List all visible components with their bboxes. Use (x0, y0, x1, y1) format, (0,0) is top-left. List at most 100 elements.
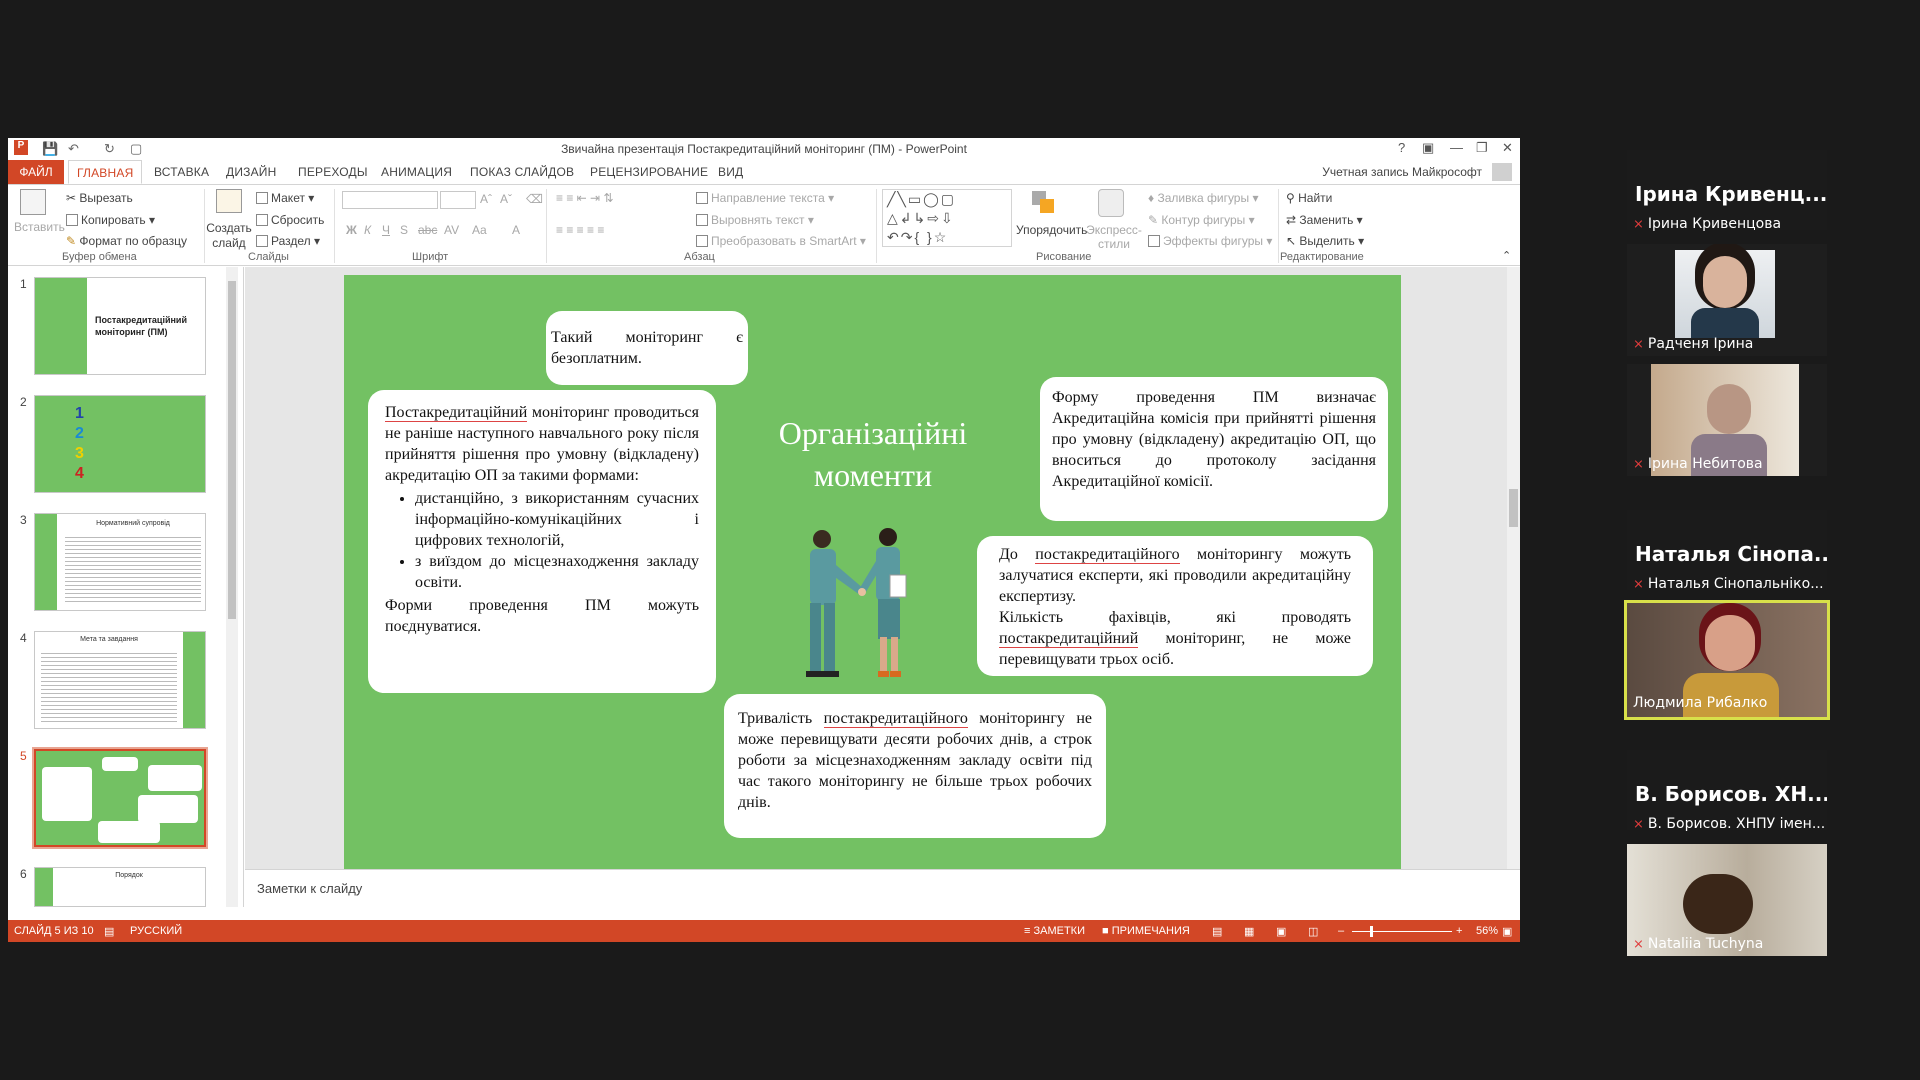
card-duration[interactable]: Тривалість постакредитаційного моніторин… (724, 694, 1106, 838)
restore-icon[interactable]: ❐ (1476, 140, 1488, 156)
tab-view[interactable]: ВИД (718, 165, 743, 179)
format-painter-button[interactable]: ✎ Формат по образцу (66, 234, 187, 248)
zoom-level[interactable]: 56% (1476, 925, 1498, 937)
card-free[interactable]: Такий моніторинг є безоплатним. (546, 311, 748, 385)
spellcheck-icon[interactable]: ▤ (104, 925, 114, 938)
tab-home[interactable]: ГЛАВНАЯ (68, 160, 143, 184)
quick-styles-icon[interactable] (1098, 189, 1124, 217)
tab-design[interactable]: ДИЗАЙН (226, 165, 277, 179)
arrange-button[interactable]: Упорядочить (1016, 223, 1087, 237)
thumbnail-slide-2[interactable]: 1234 (34, 395, 206, 493)
shape-fill-label: Заливка фигуры (1157, 191, 1250, 205)
slide-title[interactable]: Організаційні моменти (748, 412, 998, 496)
normal-view-icon[interactable]: ▤ (1212, 925, 1222, 938)
shrink-font-icon[interactable]: Aˇ (500, 192, 512, 206)
account-name[interactable]: Учетная запись Майкрософт (1322, 165, 1482, 179)
shapes-gallery[interactable]: ╱╲▭◯▢ △↲↳⇨⇩ ↶↷{ }☆ (882, 189, 1012, 247)
participant-label: ⨯ В. Борисов. ХНПУ імен... (1633, 816, 1825, 832)
comments-button[interactable]: ■ ПРИМЕЧАНИЯ (1102, 925, 1190, 937)
underline-icon[interactable]: Ч (382, 223, 390, 237)
forms-list: дистанційно, з використанням сучасних ін… (385, 488, 699, 593)
strikethrough-icon[interactable]: abc (418, 223, 437, 237)
close-icon[interactable]: ✕ (1502, 140, 1513, 156)
card-experts[interactable]: До постакредитаційного моніторингу можут… (977, 536, 1373, 676)
grow-font-icon[interactable]: Aˆ (480, 192, 492, 206)
zoom-in-icon[interactable]: + (1456, 925, 1462, 937)
ribbon-display-icon[interactable]: ▣ (1422, 140, 1434, 156)
cut-button[interactable]: ✂ Вырезать (66, 191, 133, 205)
active-speaker-tile[interactable]: Людмила Рибалко (1624, 600, 1830, 720)
tab-file[interactable]: ФАЙЛ (8, 160, 64, 184)
font-size-select[interactable] (440, 191, 476, 209)
section-button[interactable]: Раздел ▾ (256, 234, 320, 248)
shadow-icon[interactable]: S (400, 223, 408, 237)
paste-button[interactable]: Вставить (14, 220, 65, 234)
font-family-select[interactable] (342, 191, 438, 209)
zoom-slider[interactable] (1352, 931, 1452, 932)
font-color-icon[interactable]: A (512, 223, 520, 237)
tab-review[interactable]: РЕЦЕНЗИРОВАНИЕ (590, 165, 708, 179)
help-icon[interactable]: ? (1398, 140, 1405, 155)
select-button[interactable]: ↖ Выделить ▾ (1286, 234, 1364, 248)
card-decision[interactable]: Форму проведення ПМ визначає Акредитацій… (1040, 377, 1388, 521)
copy-button[interactable]: Копировать ▾ (66, 213, 155, 227)
notes-button[interactable]: ≡ ЗАМЕТКИ (1024, 925, 1085, 937)
change-case-icon[interactable]: Aa (472, 223, 487, 237)
fit-slide-icon[interactable]: ▣ (1502, 925, 1512, 938)
arrange-icon[interactable] (1030, 189, 1060, 217)
zoom-out-icon[interactable]: – (1338, 925, 1344, 937)
italic-icon[interactable]: К (364, 223, 371, 237)
thumbnail-slide-4[interactable]: Мета та завдання (34, 631, 206, 729)
thumbnail-scrollbar[interactable] (226, 267, 238, 907)
tab-transitions[interactable]: ПЕРЕХОДЫ (298, 165, 368, 179)
zoom-slider-thumb[interactable] (1370, 926, 1373, 937)
slide-scrollbar[interactable] (1507, 267, 1520, 869)
find-button[interactable]: ⚲ Найти (1286, 191, 1332, 205)
new-slide-button[interactable]: Создать слайд (206, 221, 252, 251)
reading-view-icon[interactable]: ▣ (1276, 925, 1286, 938)
avatar[interactable] (1492, 163, 1512, 181)
thumb-decor (35, 868, 53, 906)
new-slide-icon[interactable] (216, 189, 242, 213)
layout-label: Макет (271, 191, 305, 205)
thumbnail-slide-3[interactable]: Нормативний супровід (34, 513, 206, 611)
char-spacing-icon[interactable]: AV (444, 223, 459, 237)
scrollbar-thumb[interactable] (228, 281, 236, 619)
list-item: дистанційно, з використанням сучасних ін… (415, 488, 699, 551)
slideshow-view-icon[interactable]: ◫ (1308, 925, 1318, 938)
shape-effects-button[interactable]: Эффекты фигуры ▾ (1148, 234, 1272, 248)
layout-button[interactable]: Макет ▾ (256, 191, 314, 205)
thumbnail-slide-5[interactable] (32, 747, 208, 849)
align-text-button[interactable]: Выровнять текст ▾ (696, 213, 814, 227)
collapse-ribbon-icon[interactable]: ⌃ (1502, 249, 1511, 262)
text-direction-button[interactable]: Направление текста ▾ (696, 191, 834, 205)
tab-animations[interactable]: АНИМАЦИЯ (381, 165, 452, 179)
copy-icon (66, 214, 78, 226)
align-icons[interactable]: ≡ ≡ ≡ ≡ ≡ (556, 223, 604, 237)
card-forms[interactable]: Постакредитаційний моніторинг проводитьс… (368, 390, 716, 693)
scrollbar-thumb[interactable] (1509, 489, 1518, 527)
language-indicator[interactable]: РУССКИЙ (130, 925, 182, 937)
reset-button[interactable]: Сбросить (256, 213, 324, 227)
tab-insert[interactable]: ВСТАВКА (154, 165, 209, 179)
reset-icon (256, 214, 268, 226)
tab-slideshow[interactable]: ПОКАЗ СЛАЙДОВ (470, 165, 574, 179)
minimize-icon[interactable]: — (1450, 140, 1463, 155)
slide-sorter-icon[interactable]: ▦ (1244, 925, 1254, 938)
bold-icon[interactable]: Ж (346, 223, 357, 237)
paste-icon[interactable] (20, 189, 46, 215)
notes-pane[interactable]: Заметки к слайду (245, 869, 1520, 907)
smartart-button[interactable]: Преобразовать в SmartArt ▾ (696, 234, 866, 248)
thumbnail-slide-1[interactable]: Постакредитаційний моніторинг (ПМ) (34, 277, 206, 375)
bullets-icon[interactable]: ≡ ≡ ⇤ ⇥ ⇅ (556, 191, 614, 205)
thumbnail-slide-6[interactable]: Порядок (34, 867, 206, 907)
replace-button[interactable]: ⇄ Заменить ▾ (1286, 213, 1363, 227)
shape-fill-button[interactable]: ♦ Заливка фигуры ▾ (1148, 191, 1258, 205)
thumb-decor (35, 514, 57, 610)
participant-label: ⨯ Ірина Кривенцова (1633, 216, 1781, 232)
shape-outline-button[interactable]: ✎ Контур фигуры ▾ (1148, 213, 1255, 227)
thumb-number: 4 (20, 631, 27, 645)
quick-styles-button[interactable]: Экспресс-стили (1084, 223, 1144, 251)
clear-format-icon[interactable]: ⌫ (526, 192, 543, 206)
slide-canvas[interactable]: Такий моніторинг є безоплатним. Організа… (344, 275, 1401, 870)
